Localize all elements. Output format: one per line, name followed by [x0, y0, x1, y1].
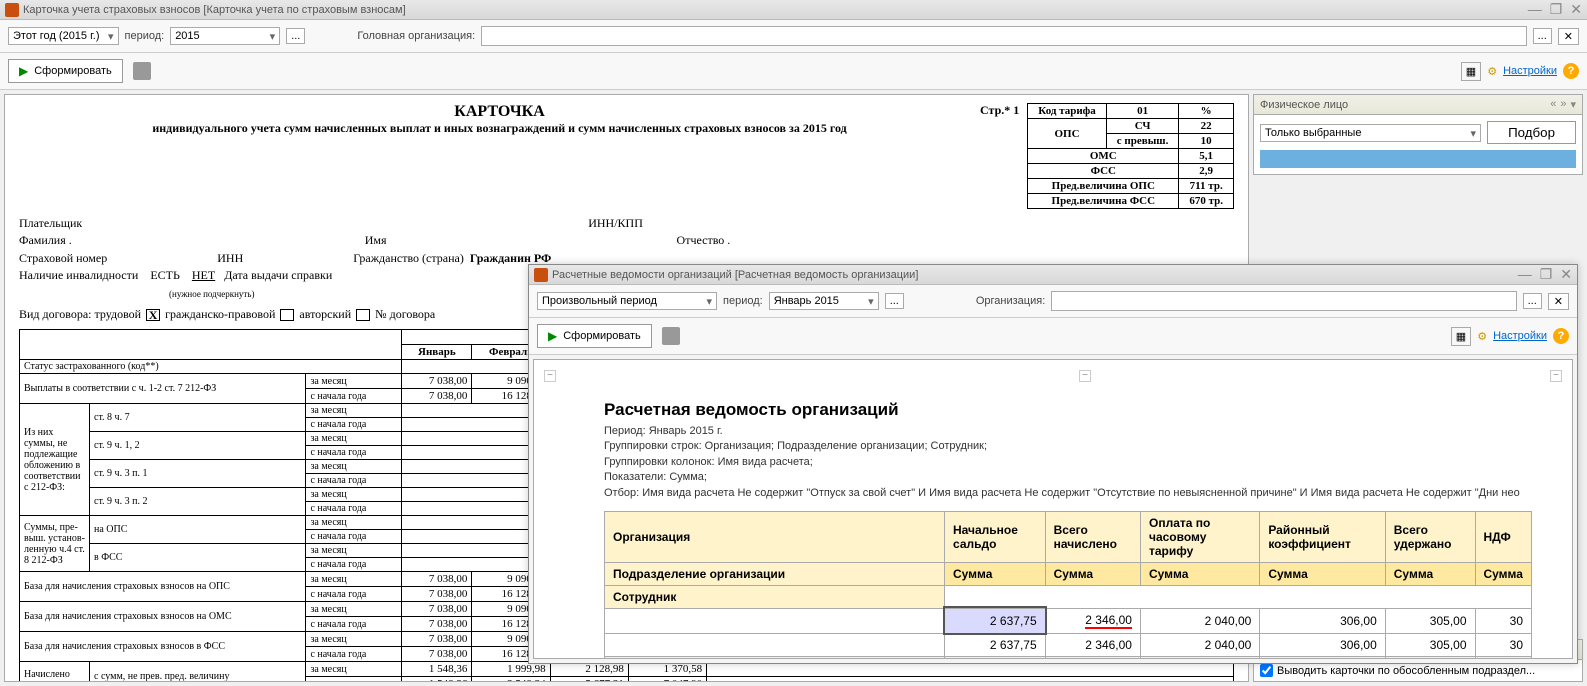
- grid-icon[interactable]: ▦: [1461, 62, 1481, 81]
- app-icon: [5, 3, 19, 17]
- w2-table: Организация Начальное сальдо Всего начис…: [604, 511, 1532, 659]
- doc-title: КАРТОЧКА: [19, 103, 980, 121]
- w2-org-clear[interactable]: ✕: [1548, 293, 1569, 310]
- w2-period-ellipsis[interactable]: ...: [885, 293, 904, 309]
- window2-title: Расчетные ведомости организаций [Расчетн…: [552, 269, 918, 281]
- w2-org-input[interactable]: [1051, 291, 1516, 311]
- window1-titlebar: Карточка учета страховых взносов [Карточ…: [0, 0, 1587, 20]
- w2-period-value[interactable]: Январь 2015: [769, 292, 879, 310]
- window2: Расчетные ведомости организаций [Расчетн…: [528, 264, 1578, 664]
- close-icon[interactable]: ✕: [1560, 266, 1572, 283]
- restore-icon[interactable]: ❐: [1550, 1, 1563, 18]
- period-preset-dropdown[interactable]: Этот год (2015 г.): [8, 27, 119, 45]
- select-button[interactable]: Подбор: [1487, 121, 1576, 144]
- org-ellipsis-button[interactable]: ...: [1533, 28, 1552, 44]
- window1-title: Карточка учета страховых взносов [Карточ…: [23, 4, 406, 16]
- help-icon[interactable]: ?: [1553, 328, 1569, 344]
- window1-actionbar: ▶ Сформировать ▦ ⚙ Настройки ?: [0, 53, 1587, 90]
- table-row-total: Итого 2 637,75 2 346,00 2 040,00 306,00 …: [605, 656, 1532, 659]
- right-panel1-header: Физическое лицо «»▾: [1253, 94, 1583, 115]
- app-icon: [534, 268, 548, 282]
- w2-meta: Период: Январь 2015 г. Группировки строк…: [604, 424, 1532, 501]
- period-label: период:: [125, 30, 165, 42]
- org-input[interactable]: [481, 26, 1526, 46]
- period-value-dropdown[interactable]: 2015: [170, 27, 280, 45]
- minimize-icon[interactable]: —: [1518, 266, 1532, 283]
- gear-icon[interactable]: ⚙: [1487, 65, 1497, 78]
- collapse-icon[interactable]: −: [1550, 370, 1562, 382]
- filter-dropdown[interactable]: Только выбранные: [1260, 124, 1481, 142]
- gear-icon[interactable]: ⚙: [1477, 330, 1487, 343]
- dropdown-icon[interactable]: ▾: [1570, 98, 1576, 111]
- prev-icon[interactable]: «: [1550, 98, 1556, 111]
- org-clear-button[interactable]: ✕: [1558, 28, 1579, 45]
- w2-doc-title: Расчетная ведомость организаций: [604, 400, 1532, 420]
- org-label: Головная организация:: [357, 30, 475, 42]
- selected-item-bar[interactable]: [1260, 150, 1576, 168]
- close-icon[interactable]: ✕: [1570, 1, 1582, 18]
- w2-form-button[interactable]: ▶ Сформировать: [537, 324, 652, 348]
- page-number: Стр.* 1: [980, 103, 1019, 117]
- restore-icon[interactable]: ❐: [1540, 266, 1553, 283]
- collapse-icon[interactable]: −: [544, 370, 556, 382]
- window2-titlebar: Расчетные ведомости организаций [Расчетн…: [529, 265, 1577, 285]
- doc-subtitle: индивидуального учета сумм начисленных в…: [19, 121, 980, 136]
- table-row[interactable]: 2 637,75 2 346,00 2 040,00 306,00 305,00…: [605, 633, 1532, 656]
- w2-settings-link[interactable]: Настройки: [1493, 330, 1547, 342]
- period-ellipsis-button[interactable]: ...: [286, 28, 305, 44]
- settings-link[interactable]: Настройки: [1503, 65, 1557, 77]
- next-icon[interactable]: »: [1560, 98, 1566, 111]
- tariff-table: Код тарифа01% ОПССЧ22 с превыш.10 ОМС5,1…: [1027, 103, 1234, 209]
- w2-print-icon[interactable]: [662, 327, 680, 345]
- form-button[interactable]: ▶ Сформировать: [8, 59, 123, 83]
- w2-org-ellipsis[interactable]: ...: [1523, 293, 1542, 309]
- print-icon[interactable]: [133, 62, 151, 80]
- collapse-icon[interactable]: −: [1079, 370, 1091, 382]
- window1-toolbar: Этот год (2015 г.) период: 2015 ... Голо…: [0, 20, 1587, 53]
- play-icon: ▶: [19, 64, 28, 78]
- w2-period-preset[interactable]: Произвольный период: [537, 292, 717, 310]
- play-icon: ▶: [548, 329, 557, 343]
- table-row[interactable]: 2 637,75 2 346,00 2 040,00 306,00 305,00…: [605, 608, 1532, 633]
- minimize-icon[interactable]: —: [1528, 1, 1542, 18]
- grid-icon[interactable]: ▦: [1451, 327, 1471, 346]
- help-icon[interactable]: ?: [1563, 63, 1579, 79]
